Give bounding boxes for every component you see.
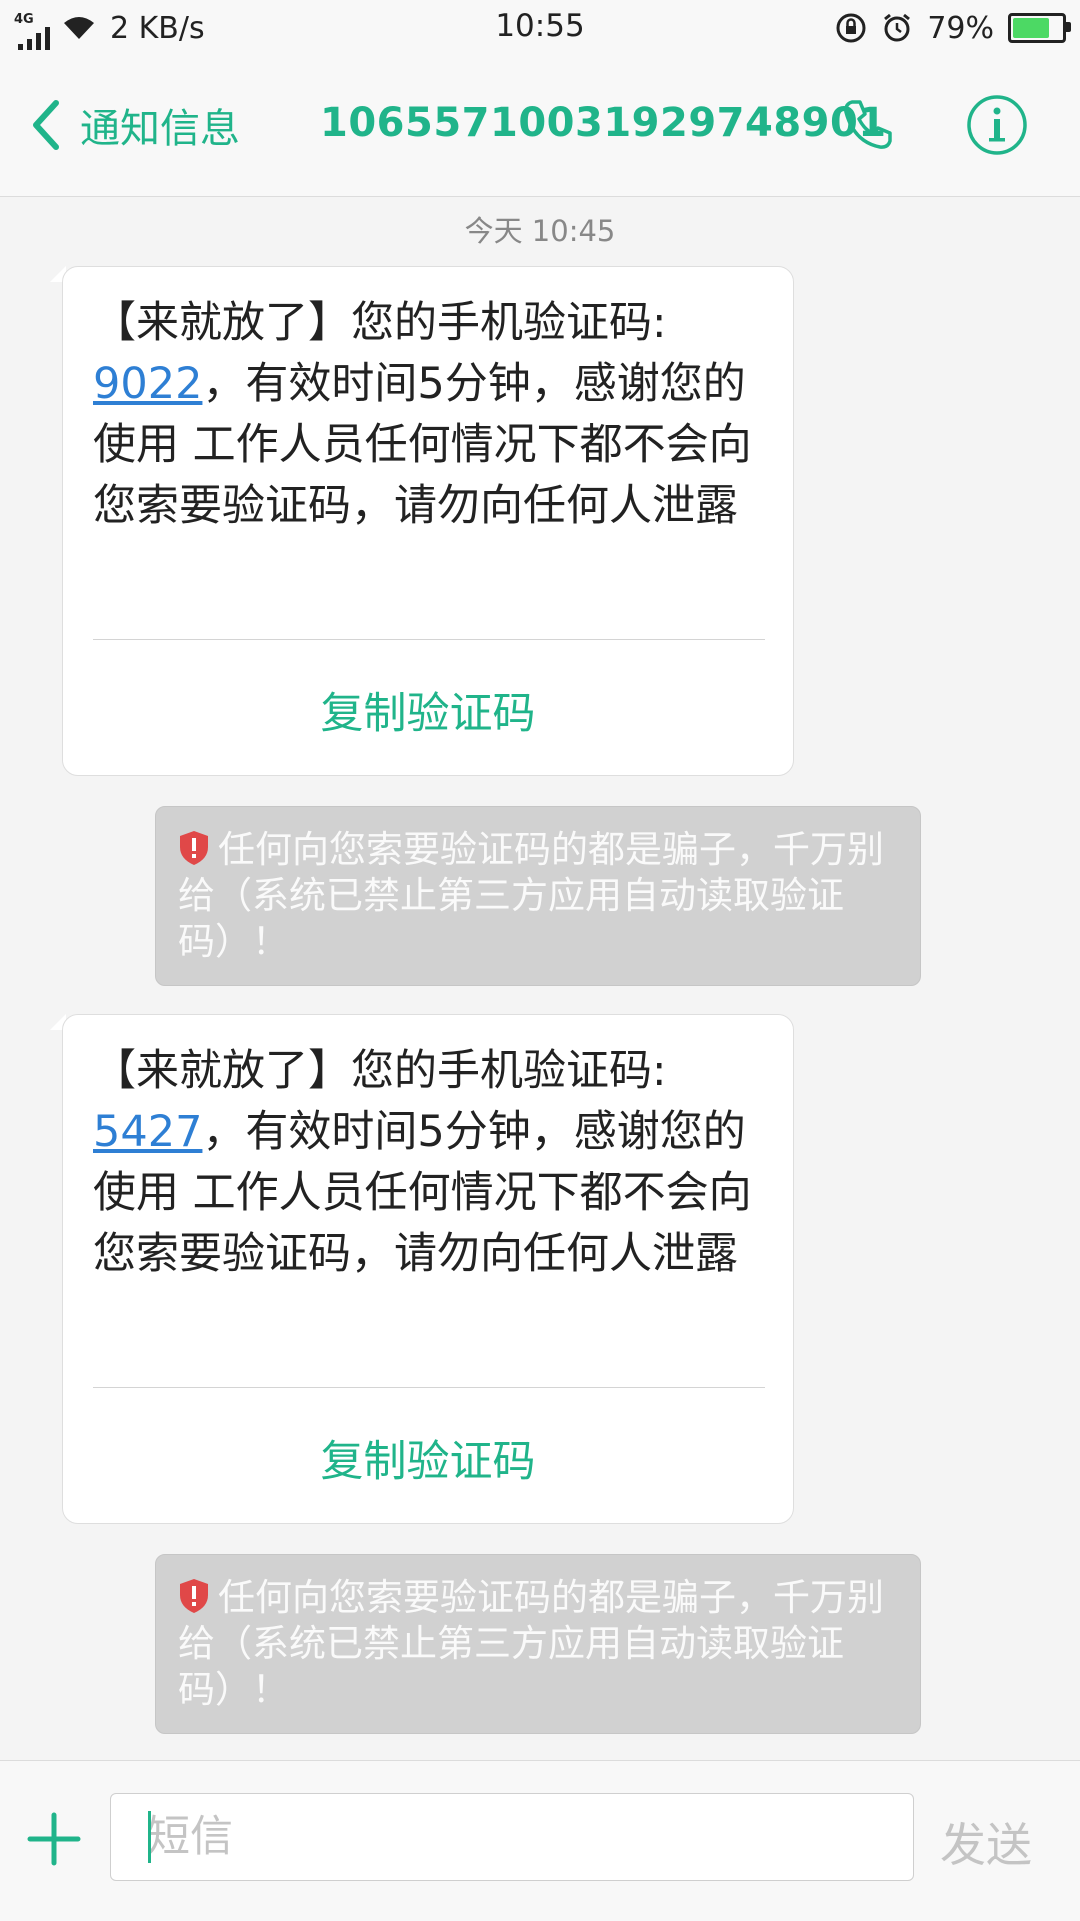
copy-code-button[interactable]: 复制验证码 xyxy=(63,679,793,741)
message-prefix: 【来就放了】您的手机验证码: xyxy=(93,1046,667,1096)
sms-input[interactable] xyxy=(110,1793,914,1881)
message-bubble[interactable]: 【来就放了】您的手机验证码: 5427，有效时间5分钟，感谢您的使用 工作人员任… xyxy=(62,1014,794,1524)
send-button[interactable]: 发送 xyxy=(940,1809,1032,1875)
message-prefix: 【来就放了】您的手机验证码: xyxy=(93,298,667,348)
warning-text: 任何向您索要验证码的都是骗子，千万别给（系统已禁止第三方应用自动读取验证码）！ xyxy=(178,827,898,965)
shield-alert-icon xyxy=(180,1579,208,1613)
scam-warning-notice: 任何向您索要验证码的都是骗子，千万别给（系统已禁止第三方应用自动读取验证码）！ xyxy=(155,1554,921,1734)
verification-code-link[interactable]: 9022 xyxy=(93,359,202,409)
info-icon xyxy=(967,95,1027,155)
back-button[interactable]: 通知信息 xyxy=(30,96,240,154)
message-bubble[interactable]: 【来就放了】您的手机验证码: 9022，有效时间5分钟，感谢您的使用 工作人员任… xyxy=(62,266,794,776)
bubble-divider xyxy=(93,1387,765,1388)
verification-code-link[interactable]: 5427 xyxy=(93,1107,202,1157)
warning-text: 任何向您索要验证码的都是骗子，千万别给（系统已禁止第三方应用自动读取验证码）！ xyxy=(178,1575,898,1713)
scam-warning-notice: 任何向您索要验证码的都是骗子，千万别给（系统已禁止第三方应用自动读取验证码）！ xyxy=(155,806,921,986)
copy-code-button[interactable]: 复制验证码 xyxy=(63,1427,793,1489)
conversation-timestamp: 今天 10:45 xyxy=(464,214,616,248)
add-attachment-button[interactable] xyxy=(26,1811,82,1871)
contact-number: 10655710031929748901 xyxy=(320,100,887,146)
bubble-divider xyxy=(93,639,765,640)
warning-message: 任何向您索要验证码的都是骗子，千万别给（系统已禁止第三方应用自动读取验证码）！ xyxy=(178,1576,884,1711)
plus-icon xyxy=(27,1812,81,1866)
rotation-lock-icon xyxy=(836,13,866,43)
text-caret xyxy=(148,1811,151,1863)
status-bar: 4G 2 KB/s 10:55 79% xyxy=(0,0,1080,56)
message-text: 【来就放了】您的手机验证码: 5427，有效时间5分钟，感谢您的使用 工作人员任… xyxy=(93,1041,763,1285)
conversation-header: 通知信息 10655710031929748901 xyxy=(0,56,1080,197)
compose-bar: 发送 xyxy=(0,1760,1080,1921)
info-button[interactable] xyxy=(966,94,1028,160)
battery-percent: 79% xyxy=(927,10,994,46)
status-right: 79% xyxy=(835,8,1071,48)
battery-fill xyxy=(1013,18,1050,38)
call-button[interactable] xyxy=(840,96,896,156)
back-chevron-icon xyxy=(33,100,59,150)
alarm-icon xyxy=(884,13,911,42)
phone-icon xyxy=(844,100,892,149)
shield-alert-icon xyxy=(180,831,208,865)
warning-message: 任何向您索要验证码的都是骗子，千万别给（系统已禁止第三方应用自动读取验证码）！ xyxy=(178,828,884,963)
message-text: 【来就放了】您的手机验证码: 9022，有效时间5分钟，感谢您的使用 工作人员任… xyxy=(93,293,763,537)
battery-icon xyxy=(1008,13,1071,43)
back-label: 通知信息 xyxy=(80,106,240,152)
